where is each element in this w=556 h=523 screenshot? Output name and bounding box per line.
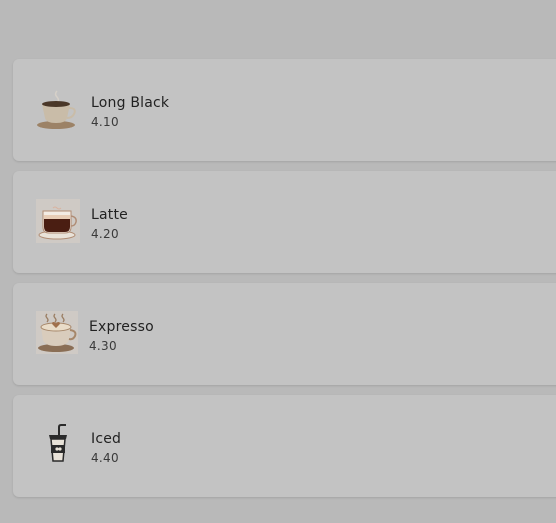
list-item[interactable]: Iced 4.40 bbox=[13, 395, 556, 497]
item-price: 4.40 bbox=[91, 451, 119, 465]
item-price: 4.20 bbox=[91, 227, 119, 241]
list-item[interactable]: Long Black 4.10 bbox=[13, 59, 556, 161]
espresso-cup-icon bbox=[36, 311, 78, 354]
latte-glass-icon bbox=[36, 199, 80, 243]
list-item[interactable]: Latte 4.20 bbox=[13, 171, 556, 273]
coffee-menu-list: Long Black 4.10 Latte 4.20 Expresso 4.30… bbox=[13, 59, 556, 507]
item-name: Latte bbox=[91, 207, 128, 223]
iced-coffee-cup-icon bbox=[46, 423, 70, 467]
item-name: Long Black bbox=[91, 95, 170, 111]
hot-coffee-cup-icon bbox=[36, 87, 80, 131]
list-item[interactable]: Expresso 4.30 bbox=[13, 283, 556, 385]
item-price: 4.10 bbox=[91, 115, 119, 129]
item-name: Expresso bbox=[89, 319, 154, 335]
item-name: Iced bbox=[91, 431, 122, 447]
item-price: 4.30 bbox=[89, 339, 117, 353]
